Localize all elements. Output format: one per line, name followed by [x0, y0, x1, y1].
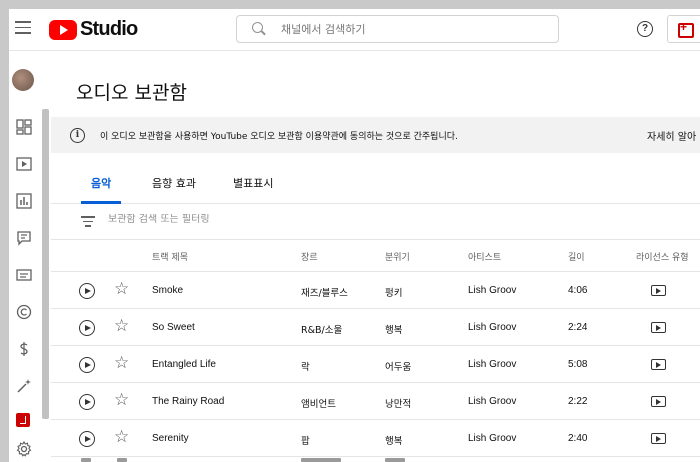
page-title: 오디오 보관함 — [76, 82, 187, 104]
play-icon[interactable] — [79, 283, 95, 299]
license-icon — [651, 433, 666, 444]
track-length: 5:08 — [568, 359, 588, 370]
peek-mark — [301, 458, 341, 462]
license-icon — [651, 359, 666, 370]
tab-sound-effects[interactable]: 음향 효과 — [152, 175, 196, 191]
logo-text: Studio — [80, 18, 138, 40]
table-row[interactable]: ☆ Entangled Life 락 어두움 Lish Groov 5:08 — [51, 346, 700, 383]
table-row[interactable]: ☆ Serenity 팝 행복 Lish Groov 2:40 — [51, 420, 700, 457]
learn-more-link[interactable]: 자세히 알아 — [647, 128, 696, 143]
track-genre: 앰비언트 — [301, 399, 336, 410]
track-mood: 행복 — [385, 325, 403, 336]
dashboard-icon[interactable] — [16, 119, 32, 135]
customization-icon[interactable] — [16, 378, 32, 394]
tab-music[interactable]: 음악 — [91, 175, 111, 191]
subtitles-icon[interactable] — [16, 267, 32, 283]
track-artist[interactable]: Lish Groov — [468, 396, 530, 407]
track-genre: 팝 — [301, 436, 310, 447]
main-content: 오디오 보관함 i 이 오디오 보관함을 사용하면 YouTube 오디오 보관… — [51, 51, 700, 462]
menu-icon[interactable] — [15, 21, 31, 35]
create-button[interactable] — [667, 15, 700, 43]
column-header-genre[interactable]: 장르 — [301, 250, 318, 263]
sidebar — [9, 51, 51, 462]
track-artist[interactable]: Lish Groov — [468, 322, 530, 333]
comments-icon[interactable] — [16, 230, 32, 246]
studio-window: Studio ? — [9, 9, 700, 462]
play-icon[interactable] — [79, 357, 95, 373]
star-icon[interactable]: ☆ — [114, 281, 129, 298]
search-input[interactable] — [281, 22, 541, 36]
track-mood: 어두움 — [385, 362, 412, 373]
library-filter-input[interactable] — [108, 214, 508, 225]
column-header-title[interactable]: 트랙 제목 — [152, 250, 188, 263]
terms-notice: i 이 오디오 보관함을 사용하면 YouTube 오디오 보관함 이용약관에 … — [51, 117, 700, 153]
analytics-icon[interactable] — [16, 193, 32, 209]
filter-bar — [51, 204, 700, 240]
track-length: 2:24 — [568, 322, 588, 333]
column-header-length[interactable]: 길이 — [568, 250, 585, 263]
track-mood: 행복 — [385, 436, 403, 447]
track-title: Smoke — [152, 285, 184, 296]
star-icon[interactable]: ☆ — [114, 429, 129, 446]
track-length: 4:06 — [568, 285, 588, 296]
play-icon[interactable] — [79, 394, 95, 410]
peek-mark — [117, 458, 127, 462]
track-genre: 락 — [301, 362, 310, 373]
peek-mark — [81, 458, 91, 462]
next-row-peek — [51, 458, 700, 462]
copyright-icon[interactable] — [16, 304, 32, 320]
table-row[interactable]: ☆ The Rainy Road 앰비언트 낭만적 Lish Groov 2:2… — [51, 383, 700, 420]
track-artist[interactable]: Lish Groov — [468, 285, 530, 296]
audio-library-icon[interactable] — [16, 413, 30, 427]
star-icon[interactable]: ☆ — [114, 392, 129, 409]
play-icon[interactable] — [79, 431, 95, 447]
column-header-artist[interactable]: 아티스트 — [468, 250, 501, 263]
notice-text: 이 오디오 보관함을 사용하면 YouTube 오디오 보관함 이용약관에 동의… — [100, 132, 458, 142]
top-bar: Studio ? — [9, 9, 700, 51]
track-genre: R&B/소울 — [301, 325, 343, 336]
track-title: Serenity — [152, 433, 189, 444]
play-icon[interactable] — [79, 320, 95, 336]
track-mood: 낭만적 — [385, 399, 412, 410]
track-title: Entangled Life — [152, 359, 216, 370]
column-header-mood[interactable]: 분위기 — [385, 250, 410, 263]
track-mood: 펑키 — [385, 288, 403, 299]
help-icon[interactable]: ? — [637, 21, 653, 37]
settings-icon[interactable] — [16, 441, 32, 457]
sidebar-scrollbar[interactable] — [42, 109, 49, 419]
track-length: 2:22 — [568, 396, 588, 407]
column-header-license[interactable]: 라이선스 유형 — [636, 250, 689, 263]
license-icon — [651, 285, 666, 296]
monetization-icon[interactable] — [16, 341, 32, 357]
star-icon[interactable]: ☆ — [114, 355, 129, 372]
content-icon[interactable] — [16, 156, 32, 172]
track-genre: 재즈/블루스 — [301, 288, 348, 299]
track-title: The Rainy Road — [152, 396, 225, 407]
track-artist[interactable]: Lish Groov — [468, 359, 530, 370]
youtube-logo-icon — [49, 19, 77, 40]
track-length: 2:40 — [568, 433, 588, 444]
tab-bar: 음악 음향 효과 별표표시 — [51, 161, 700, 204]
license-icon — [651, 396, 666, 407]
peek-mark — [385, 458, 405, 462]
track-title: So Sweet — [152, 322, 195, 333]
star-icon[interactable]: ☆ — [114, 318, 129, 335]
search-icon — [251, 21, 267, 37]
channel-avatar[interactable] — [12, 69, 34, 91]
tab-starred[interactable]: 별표표시 — [233, 175, 273, 191]
filter-icon[interactable] — [81, 216, 95, 228]
license-icon — [651, 322, 666, 333]
studio-logo[interactable]: Studio — [49, 18, 138, 41]
table-row[interactable]: ☆ Smoke 재즈/블루스 펑키 Lish Groov 4:06 — [51, 272, 700, 309]
search-box[interactable] — [236, 15, 559, 43]
table-header: 트랙 제목 장르 분위기 아티스트 길이 라이선스 유형 — [51, 241, 700, 272]
info-icon: i — [70, 128, 85, 143]
track-artist[interactable]: Lish Groov — [468, 433, 530, 444]
table-row[interactable]: ☆ So Sweet R&B/소울 행복 Lish Groov 2:24 — [51, 309, 700, 346]
